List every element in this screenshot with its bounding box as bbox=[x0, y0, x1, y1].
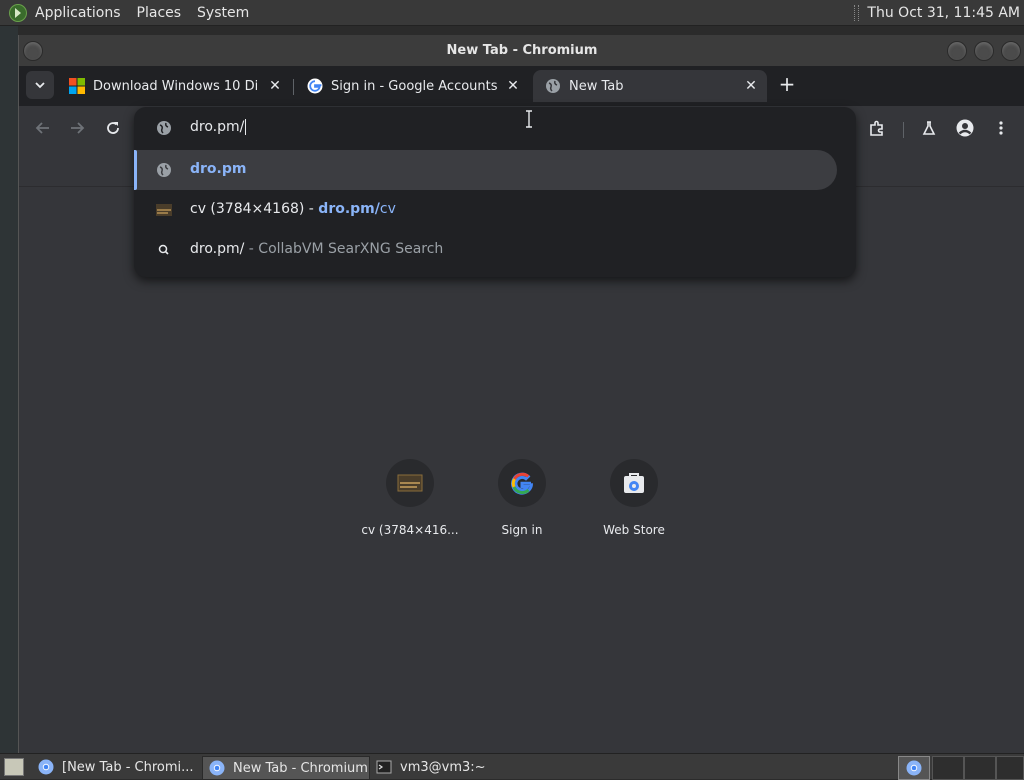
page-thumbnail-icon bbox=[397, 474, 423, 492]
menu-button[interactable] bbox=[989, 116, 1013, 140]
window-menu-button[interactable] bbox=[23, 41, 43, 61]
minimize-button[interactable] bbox=[947, 41, 967, 61]
menu-applications[interactable]: Applications bbox=[27, 0, 129, 25]
google-icon bbox=[511, 472, 534, 495]
panel-separator bbox=[854, 4, 860, 21]
menu-places[interactable]: Places bbox=[129, 0, 190, 25]
chromium-icon bbox=[906, 760, 922, 776]
clock-area: Thu Oct 31, 11:45 AM bbox=[854, 0, 1024, 25]
suggestion-url: dro.pm/ bbox=[318, 201, 380, 217]
workspace-2[interactable] bbox=[932, 756, 964, 780]
suggestion-url-path: cv bbox=[379, 201, 396, 217]
taskbar-item[interactable]: [New Tab - Chromi... bbox=[32, 756, 198, 778]
suggestion-text: dro.pm/ - CollabVM SearXNG Search bbox=[190, 241, 443, 257]
globe-icon bbox=[157, 163, 171, 177]
tab-title: Sign in - Google Accounts bbox=[331, 78, 498, 94]
suggestion-url: dro.pm bbox=[190, 161, 247, 177]
search-icon bbox=[158, 244, 169, 255]
puzzle-icon bbox=[870, 120, 883, 136]
show-desktop-icon[interactable] bbox=[4, 758, 24, 776]
google-icon bbox=[307, 78, 323, 94]
forward-button[interactable] bbox=[65, 116, 89, 140]
chevron-down-icon bbox=[35, 82, 45, 89]
close-window-button[interactable] bbox=[1001, 41, 1021, 61]
reload-icon bbox=[107, 122, 119, 134]
windows-icon bbox=[69, 78, 85, 94]
shortcut-label: cv (3784×416... bbox=[361, 523, 459, 537]
arrow-left-icon bbox=[35, 122, 49, 134]
shortcut-cv[interactable]: cv (3784×416... bbox=[354, 459, 466, 537]
more-vert-icon bbox=[999, 121, 1003, 135]
browser-window: New Tab - Chromium Download Windows 10 D… bbox=[18, 35, 1024, 753]
desktop-background bbox=[0, 26, 18, 753]
suggestion-text: cv (3784×4168) - dro.pm/cv bbox=[190, 201, 396, 217]
address-input[interactable]: dro.pm/ bbox=[190, 119, 247, 135]
top-panel: Applications Places System Thu Oct 31, 1… bbox=[0, 0, 1024, 26]
tab-google-sign-in[interactable]: Sign in - Google Accounts ✕ bbox=[295, 70, 529, 102]
window-title: New Tab - Chromium bbox=[446, 43, 598, 58]
tab-close-icon[interactable]: ✕ bbox=[743, 78, 759, 94]
text-caret bbox=[245, 119, 247, 135]
workspace-3[interactable] bbox=[964, 756, 996, 780]
system-logo-icon[interactable] bbox=[9, 3, 27, 22]
shortcut-tile bbox=[498, 459, 546, 507]
tab-title: Download Windows 10 Disc Im bbox=[93, 78, 257, 94]
tab-close-icon[interactable]: ✕ bbox=[505, 78, 521, 94]
tab-strip: Download Windows 10 Disc Im ✕ Sign in - … bbox=[19, 66, 1024, 106]
suggestion-row[interactable]: dro.pm/ - CollabVM SearXNG Search bbox=[134, 230, 856, 270]
omnibox-dropdown: dro.pm/ dro.pm cv (3784×4168) - dro.pm/c… bbox=[134, 107, 856, 277]
new-tab-button[interactable]: + bbox=[775, 72, 799, 96]
system-menu: Applications Places System bbox=[27, 0, 257, 25]
taskbar-item-label: New Tab - Chromium bbox=[233, 760, 368, 776]
globe-icon bbox=[157, 121, 171, 135]
reload-button[interactable] bbox=[101, 116, 125, 140]
suggestion-query: dro.pm/ bbox=[190, 241, 245, 257]
taskbar: [New Tab - Chromi... New Tab - Chromium … bbox=[0, 753, 1024, 780]
extensions-button[interactable] bbox=[865, 116, 889, 140]
shortcut-tile bbox=[386, 459, 434, 507]
suggestion-row[interactable]: dro.pm bbox=[134, 150, 837, 190]
shortcut-tile bbox=[610, 459, 658, 507]
taskbar-item-label: [New Tab - Chromi... bbox=[62, 759, 194, 775]
workspace-switcher[interactable] bbox=[898, 756, 930, 780]
address-bar[interactable]: dro.pm/ bbox=[134, 107, 856, 149]
tab-title: New Tab bbox=[569, 78, 624, 94]
taskbar-item-label: vm3@vm3:~ bbox=[400, 759, 486, 775]
arrow-right-icon bbox=[71, 122, 85, 134]
terminal-icon bbox=[376, 760, 392, 774]
shortcut-sign-in[interactable]: Sign in bbox=[466, 459, 578, 537]
back-button[interactable] bbox=[31, 116, 55, 140]
taskbar-item-active[interactable]: New Tab - Chromium bbox=[202, 756, 370, 780]
tab-new-tab[interactable]: New Tab ✕ bbox=[533, 70, 767, 102]
shortcut-label: Web Store bbox=[603, 523, 665, 537]
web-store-icon bbox=[624, 473, 644, 493]
menu-system[interactable]: System bbox=[189, 0, 257, 25]
tab-search-button[interactable] bbox=[26, 71, 54, 99]
flask-icon bbox=[922, 121, 936, 135]
address-input-text: dro.pm/ bbox=[190, 119, 245, 135]
text-cursor-icon bbox=[526, 110, 532, 128]
labs-button[interactable] bbox=[917, 116, 941, 140]
taskbar-item[interactable]: vm3@vm3:~ bbox=[370, 756, 520, 778]
tab-close-icon[interactable]: ✕ bbox=[267, 78, 283, 94]
chromium-icon bbox=[38, 759, 54, 775]
window-titlebar[interactable]: New Tab - Chromium bbox=[19, 35, 1024, 67]
plus-icon: + bbox=[778, 72, 796, 96]
tab-separator bbox=[293, 79, 294, 95]
maximize-button[interactable] bbox=[974, 41, 994, 61]
suggestion-title: cv (3784×4168) - bbox=[190, 201, 319, 217]
globe-icon bbox=[546, 79, 560, 93]
shortcut-label: Sign in bbox=[501, 523, 543, 537]
toolbar-separator bbox=[903, 122, 904, 138]
person-icon bbox=[956, 119, 974, 137]
shortcut-web-store[interactable]: Web Store bbox=[578, 459, 690, 537]
chromium-icon bbox=[209, 760, 225, 776]
suggestion-engine: - CollabVM SearXNG Search bbox=[244, 241, 444, 257]
page-thumbnail-icon bbox=[156, 204, 172, 216]
suggestion-row[interactable]: cv (3784×4168) - dro.pm/cv bbox=[134, 190, 856, 230]
tab-download-windows[interactable]: Download Windows 10 Disc Im ✕ bbox=[57, 70, 291, 102]
workspace-4[interactable] bbox=[996, 756, 1024, 780]
clock[interactable]: Thu Oct 31, 11:45 AM bbox=[867, 5, 1024, 21]
profile-button[interactable] bbox=[953, 116, 977, 140]
